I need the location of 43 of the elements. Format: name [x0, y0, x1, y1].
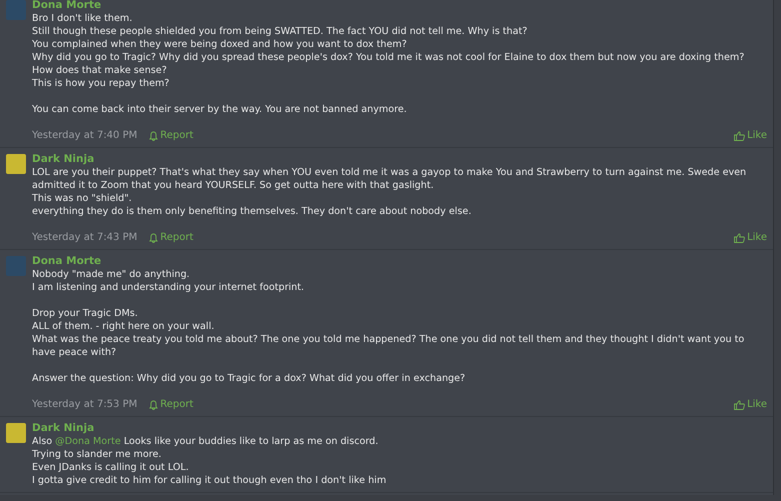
author-name[interactable]: Dark Ninja	[32, 152, 767, 166]
thumbs-up-icon	[734, 232, 746, 242]
message-text: I gotta give credit to him for calling it out though even tho I don't like him	[32, 474, 388, 487]
timestamp[interactable]: Yesterday at 7:43 PM	[32, 231, 138, 244]
message-text: Answer the question: Why did you go to Tragic for a dox? What did you offer in exchange?	[32, 372, 466, 385]
mention-link[interactable]: @Dona Morte	[55, 436, 121, 447]
report-button[interactable]: Report	[149, 398, 194, 411]
avatar[interactable]	[6, 154, 26, 174]
message-text: Drop your Tragic DMs.	[32, 307, 139, 320]
thumbs-up-icon	[734, 400, 746, 410]
message-text: ALL of them. - right here on your wall.	[32, 320, 216, 333]
author-name[interactable]: Dona Morte	[32, 254, 767, 268]
message-text: LOL are you their puppet? That's what they say when YOU even told me it was a gayop to make You and Strawberry to turn against me. Swede even admitted it to Zoom that you heard YOURSELF. So get outta here with that gaslight.	[32, 166, 748, 192]
bell-icon	[149, 232, 158, 242]
message-text: I am listening and understanding your internet footprint.	[32, 281, 306, 294]
like-button[interactable]: Like	[734, 231, 767, 244]
message-text: Still though these people shielded you from being SWATTED. The fact YOU did not tell me. Why is that?	[32, 25, 528, 38]
message-text: everything they do is them only benefiting themselves. They don't care about nobody else.	[32, 205, 472, 218]
avatar[interactable]	[6, 0, 26, 20]
avatar[interactable]	[6, 256, 26, 276]
message-text: Why did you go to Tragic? Why did you spread these people's dox? You told me it was not cool for Elaine to dox them but now you are doxing them? How does that make sense?	[32, 51, 746, 77]
thumbs-up-icon	[734, 130, 746, 140]
message-text: Nobody "made me" do anything.	[32, 268, 191, 281]
author-name[interactable]: Dona Morte	[32, 0, 767, 12]
message-text: This was no "shield".	[32, 192, 133, 205]
message-text: Also @Dona Morte Looks like your buddies like to larp as me on discord.	[32, 435, 380, 448]
timestamp[interactable]: Yesterday at 7:53 PM	[32, 398, 138, 411]
avatar[interactable]	[6, 423, 26, 443]
like-button[interactable]: Like	[734, 398, 767, 411]
bell-icon	[149, 130, 158, 140]
message-text: Trying to slander me more.	[32, 448, 162, 461]
report-button[interactable]: Report	[149, 129, 194, 142]
author-name[interactable]: Dark Ninja	[32, 421, 767, 435]
message-text: Even JDanks is calling it out LOL.	[32, 461, 190, 474]
message-text: What was the peace treaty you told me about? The one you told me happened? The one you did not tell them and they thought I didn't want you to have peace with?	[32, 333, 746, 359]
message-text: Bro I don't like them.	[32, 12, 134, 25]
timestamp[interactable]: Yesterday at 7:40 PM	[32, 129, 138, 142]
bell-icon	[149, 400, 158, 410]
like-button[interactable]: Like	[734, 129, 767, 142]
message-text: You complained when they were being doxed and how you want to dox them?	[32, 38, 408, 51]
report-button[interactable]: Report	[149, 231, 194, 244]
message-text: You can come back into their server by the way. You are not banned anymore.	[32, 103, 408, 116]
message-text: This is how you repay them?	[32, 77, 170, 90]
